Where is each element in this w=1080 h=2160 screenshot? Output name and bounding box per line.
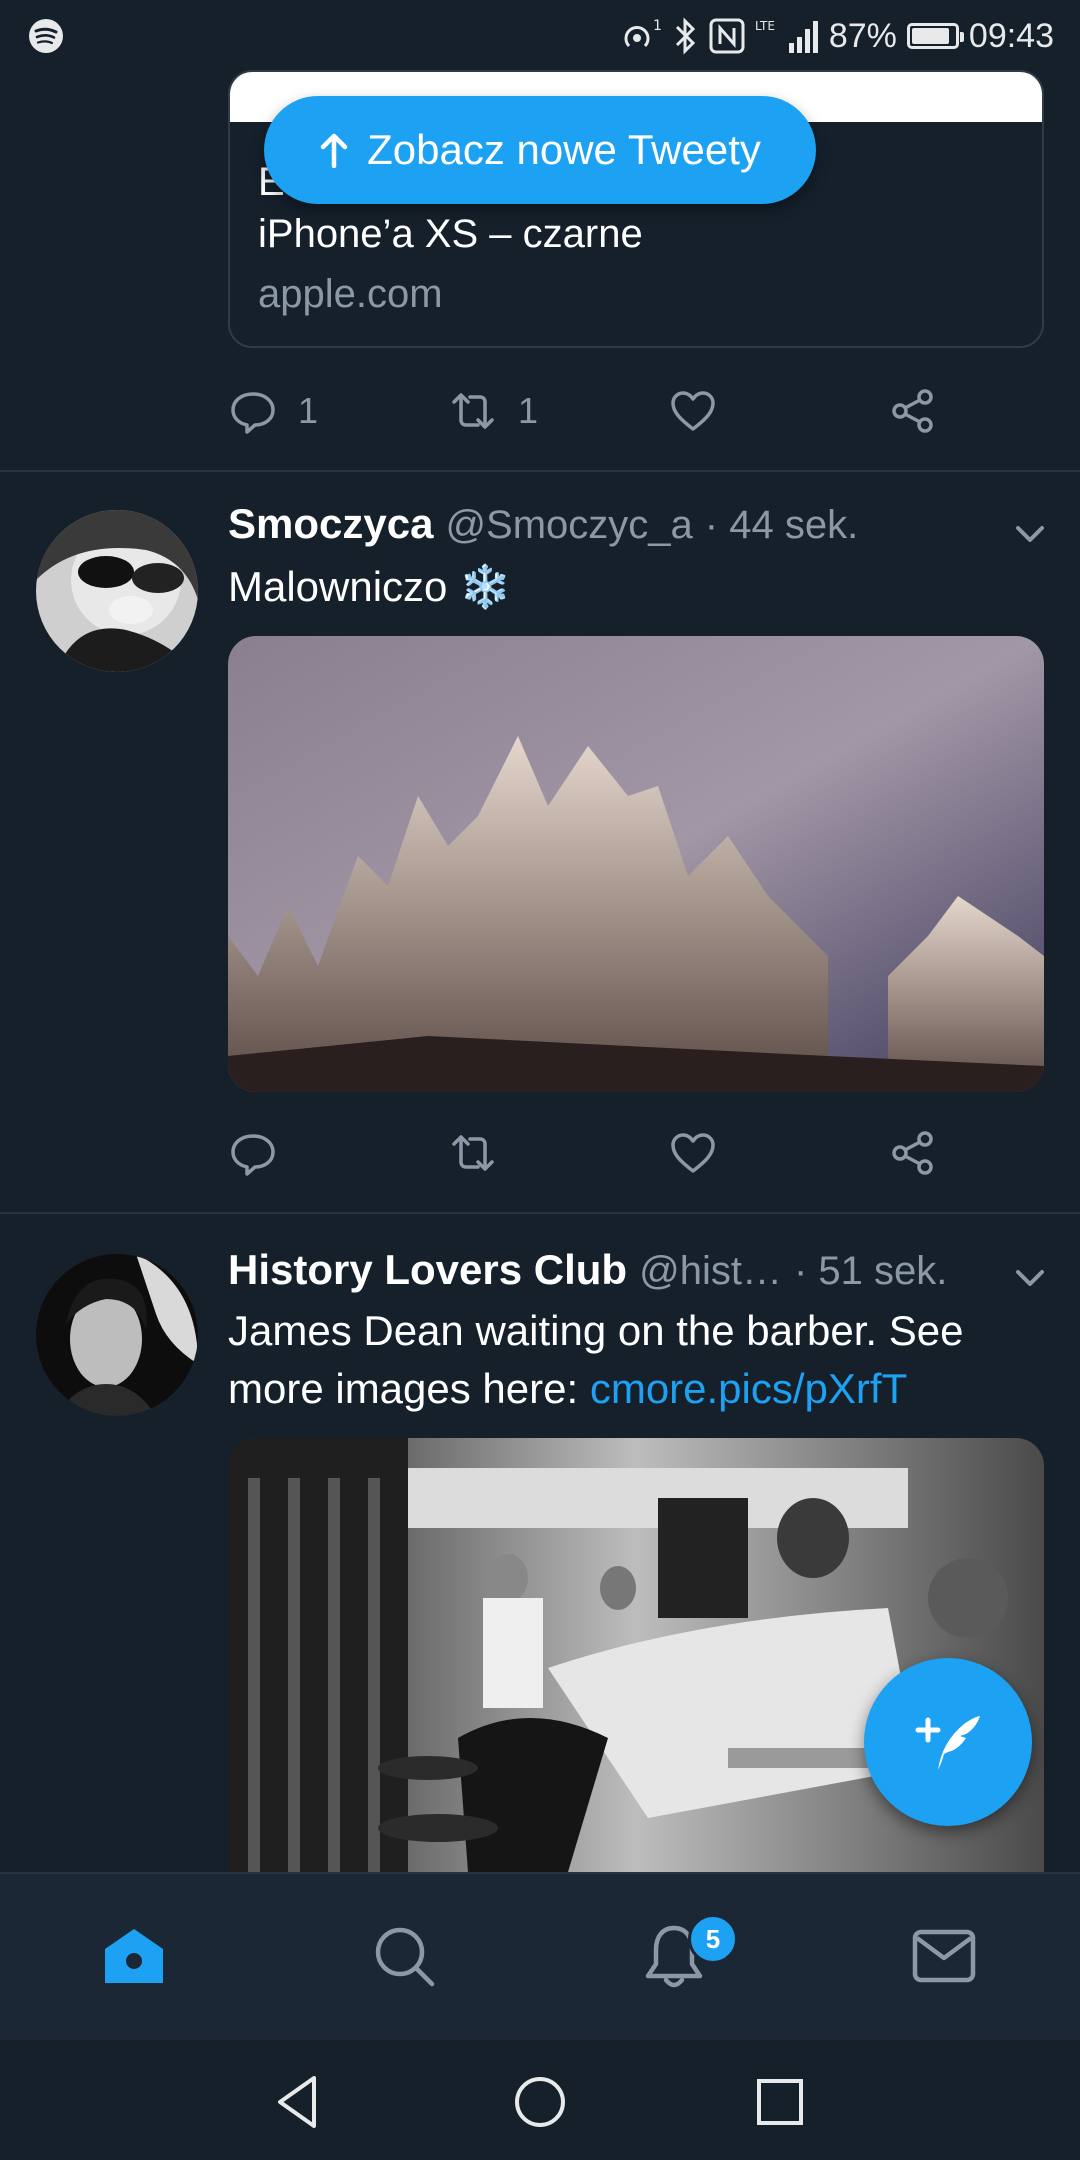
bluetooth-icon — [675, 17, 695, 55]
status-bar: 1 LTE 87% 09:43 — [0, 0, 1080, 72]
author-name[interactable]: Smoczyca — [228, 500, 433, 548]
reply-button[interactable]: 1 — [228, 376, 318, 446]
compose-tweet-button[interactable] — [864, 1658, 1032, 1826]
chevron-down-icon[interactable] — [1010, 514, 1050, 554]
author-handle: @Smoczyc_a — [445, 503, 693, 547]
arrow-up-icon — [320, 133, 348, 168]
link-card-domain: apple.com — [258, 272, 443, 316]
heart-icon — [671, 391, 715, 431]
avatar[interactable] — [36, 1254, 198, 1416]
heart-icon — [671, 1133, 715, 1173]
divider — [0, 1212, 1080, 1214]
svg-text:1: 1 — [653, 18, 662, 34]
tweet-header: Smoczyca @Smoczyc_a · 44 sek. — [228, 500, 858, 560]
reply-icon — [231, 1134, 275, 1176]
home-circle-icon[interactable] — [510, 2072, 570, 2132]
like-button[interactable] — [668, 376, 718, 446]
tweet-link[interactable]: cmore.pics/pXrfT — [590, 1365, 907, 1412]
avatar-history-lovers — [36, 1254, 198, 1416]
author-handle: @hist… — [639, 1249, 782, 1293]
tweet-actions — [228, 1118, 948, 1188]
tweet-time: · 44 sek. — [704, 503, 859, 547]
avatar-smoczyca — [36, 510, 198, 672]
reply-count: 1 — [298, 390, 319, 431]
system-navigation-bar — [0, 2040, 1080, 2160]
recents-icon[interactable] — [750, 2072, 810, 2132]
avatar[interactable] — [36, 510, 198, 672]
new-tweets-label: Zobacz nowe Tweety — [367, 126, 761, 173]
battery-fill — [911, 28, 949, 44]
share-icon — [892, 1131, 933, 1175]
like-button[interactable] — [668, 1118, 718, 1188]
share-button[interactable] — [888, 1118, 938, 1188]
bottom-navigation: 5 — [0, 1872, 1080, 2040]
link-card-title-line2: iPhone’a XS – czarne — [258, 212, 643, 256]
reply-button[interactable] — [228, 1118, 278, 1188]
nav-home[interactable] — [94, 1916, 174, 1996]
notification-badge: 5 — [688, 1914, 738, 1964]
nfc-icon — [709, 18, 745, 54]
search-icon — [375, 1927, 435, 1987]
divider — [0, 470, 1080, 472]
retweet-icon — [452, 1135, 494, 1171]
author-name[interactable]: History Lovers Club — [228, 1246, 627, 1294]
back-icon[interactable] — [270, 2072, 330, 2132]
spotify-icon — [29, 19, 63, 53]
battery-icon — [906, 23, 964, 49]
retweet-icon — [452, 393, 494, 429]
hotspot-icon: 1 — [624, 18, 662, 48]
signal-icon: LTE — [755, 19, 818, 53]
battery-percent: 87% — [828, 16, 897, 55]
share-button[interactable] — [888, 376, 938, 446]
messages-icon — [912, 1929, 976, 1983]
status-icons: 1 LTE 87% 09:43 — [619, 14, 1054, 58]
tweet-media-image[interactable] — [228, 636, 1044, 1092]
tweet-text: Malowniczo ❄️ — [228, 563, 512, 610]
retweet-count: 1 — [518, 390, 539, 431]
compose-feather-icon — [915, 1716, 980, 1770]
reply-icon — [231, 392, 275, 434]
retweet-button[interactable] — [448, 1118, 498, 1188]
new-tweets-button[interactable]: Zobacz nowe Tweety — [264, 96, 816, 204]
nav-messages[interactable] — [904, 1916, 984, 1996]
tweet-actions: 1 1 — [228, 376, 948, 446]
svg-text:LTE: LTE — [755, 19, 775, 33]
share-icon — [892, 389, 933, 433]
tweet-time: · 51 sek. — [793, 1249, 948, 1293]
snowy-pine-trees-photo — [228, 636, 1044, 1092]
nav-search[interactable] — [364, 1916, 444, 1996]
clock: 09:43 — [968, 16, 1054, 55]
chevron-down-icon[interactable] — [1010, 1258, 1050, 1298]
tweet-header: History Lovers Club @hist… · 51 sek. — [228, 1246, 947, 1306]
home-icon — [105, 1929, 163, 1983]
retweet-button[interactable]: 1 — [448, 376, 538, 446]
tweet-text: James Dean waiting on the barber. See mo… — [228, 1302, 1048, 1418]
